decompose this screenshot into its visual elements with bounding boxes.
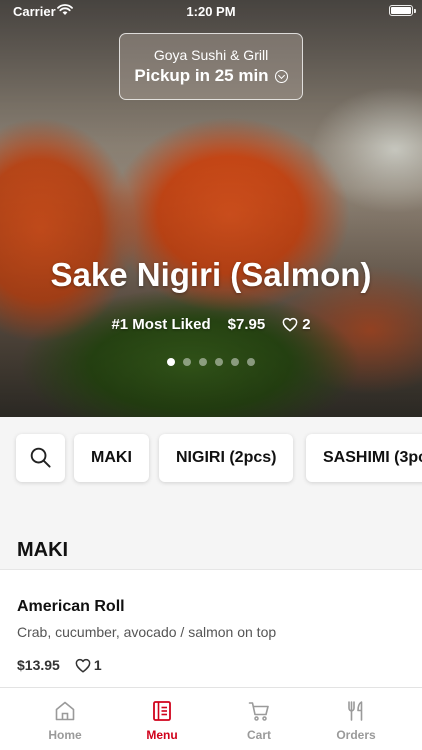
cart-icon	[248, 702, 269, 721]
fork-knife-icon	[348, 701, 363, 721]
category-maki[interactable]: MAKI	[74, 434, 149, 482]
category-sashimi[interactable]: SASHIMI (3pcs)	[306, 434, 422, 482]
featured-price: $7.95	[227, 316, 266, 333]
featured-dish-title: Sake Nigiri (Salmon)	[50, 256, 372, 293]
tab-orders[interactable]: Orders	[306, 688, 406, 750]
item-name: American Roll	[17, 598, 125, 615]
item-footer: $13.95 1	[17, 657, 102, 673]
search-button[interactable]	[16, 434, 65, 482]
battery-icon	[389, 5, 416, 16]
menu-item[interactable]: American Roll Crab, cucumber, avocado / …	[0, 571, 422, 687]
category-bar[interactable]: MAKI NIGIRI (2pcs) SASHIMI (3pcs)	[0, 417, 422, 499]
item-like-button[interactable]: 1	[75, 657, 102, 673]
chevron-circle-down-icon	[274, 69, 288, 83]
tab-bar: Home Menu Cart Orders	[0, 687, 422, 750]
item-price: $13.95	[17, 657, 60, 673]
tab-home[interactable]: Home	[15, 688, 115, 750]
rank-label: #1 Most Liked	[111, 316, 211, 333]
carousel-dot[interactable]	[199, 358, 207, 366]
carousel-indicator[interactable]	[0, 358, 422, 366]
tab-label: Menu	[146, 728, 178, 742]
featured-like-count: 2	[302, 316, 311, 333]
menu-icon	[153, 701, 171, 721]
tab-label: Orders	[336, 728, 376, 742]
pickup-time: Pickup in 25 min	[134, 66, 269, 85]
carousel-dot[interactable]	[215, 358, 223, 366]
search-icon	[30, 447, 51, 468]
hero-image[interactable]: Carrier 1:20 PM Goya Sushi & Grill Picku…	[0, 0, 422, 417]
featured-dish-meta: #1 Most Liked $7.95 2	[0, 316, 422, 333]
tab-cart[interactable]: Cart	[209, 688, 309, 750]
carousel-dot[interactable]	[231, 358, 239, 366]
clock: 1:20 PM	[186, 4, 236, 19]
item-like-count: 1	[93, 657, 102, 673]
pickup-selector[interactable]: Goya Sushi & Grill Pickup in 25 min	[119, 33, 303, 100]
heart-icon	[282, 317, 298, 332]
carousel-dot[interactable]	[247, 358, 255, 366]
status-bar: Carrier 1:20 PM	[0, 0, 422, 22]
featured-like-button[interactable]: 2	[282, 316, 311, 333]
item-description: Crab, cucumber, avocado / salmon on top	[17, 624, 277, 640]
tab-label: Home	[48, 728, 82, 742]
category-nigiri[interactable]: NIGIRI (2pcs)	[159, 434, 294, 482]
home-icon	[55, 701, 75, 721]
section-title: MAKI	[17, 539, 69, 561]
tab-menu[interactable]: Menu	[112, 688, 212, 750]
restaurant-name: Goya Sushi & Grill	[153, 47, 269, 63]
tab-label: Cart	[246, 728, 271, 742]
carousel-dot[interactable]	[183, 358, 191, 366]
section-header: MAKI	[0, 499, 422, 570]
pickup-time-row: Pickup in 25 min	[120, 66, 302, 86]
heart-icon	[75, 658, 91, 673]
carousel-dot[interactable]	[167, 358, 175, 366]
